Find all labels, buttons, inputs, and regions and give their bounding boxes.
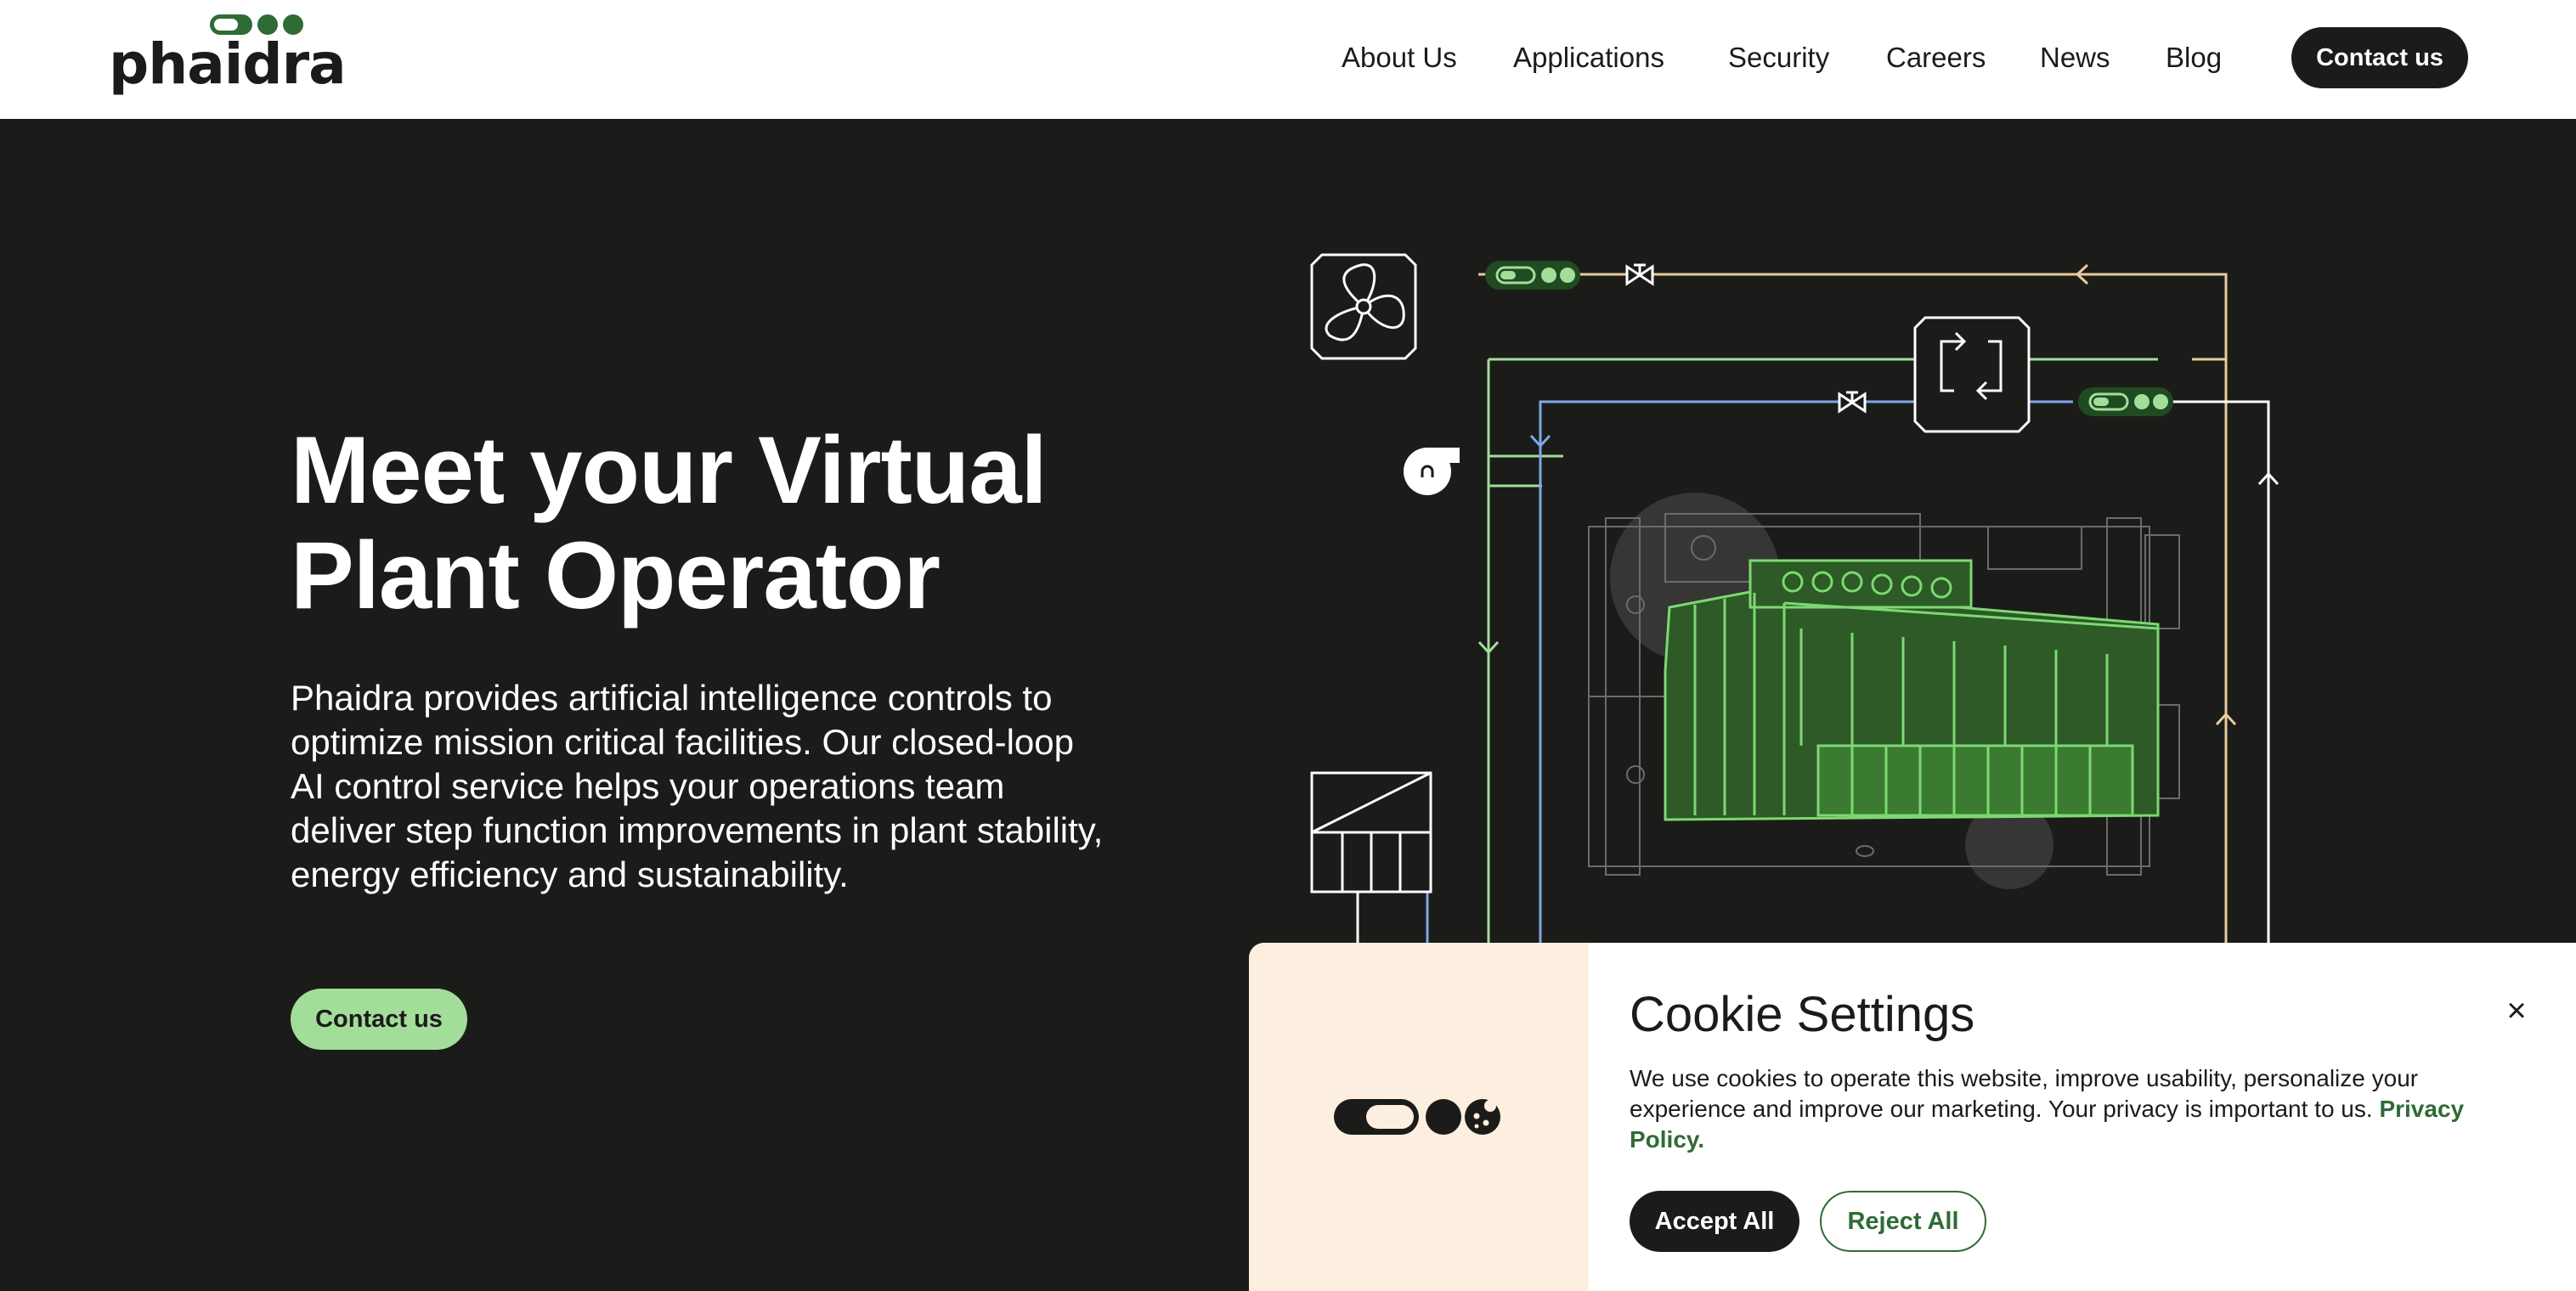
hero-title-line-1: Meet your Virtual: [291, 417, 1048, 523]
site-header: phaidra About Us Applications Security C…: [0, 0, 2576, 119]
status-toggle-icon: [2078, 387, 2173, 416]
cookie-toggle-icon: [1334, 1099, 1500, 1135]
heat-exchanger-icon: [1913, 316, 2031, 433]
hero-title: Meet your Virtual Plant Operator: [291, 418, 1055, 629]
pump-icon: [1404, 448, 1460, 495]
nav-about-us[interactable]: About Us: [1342, 41, 1457, 75]
nav-applications[interactable]: Applications: [1513, 41, 1664, 75]
accept-all-button[interactable]: Accept All: [1630, 1191, 1799, 1252]
cookie-banner: Cookie Settings × We use cookies to oper…: [1249, 943, 2576, 1291]
hero-description: Phaidra provides artificial intelligence…: [291, 678, 1104, 894]
cookie-message: We use cookies to operate this website, …: [1630, 1065, 2419, 1122]
hero-contact-button[interactable]: Contact us: [291, 989, 467, 1050]
header-contact-button[interactable]: Contact us: [2291, 27, 2468, 88]
nav-security[interactable]: Security: [1728, 41, 1829, 75]
valve-icon: [1625, 263, 1654, 286]
status-toggle-icon: [1485, 261, 1580, 290]
cookie-text: We use cookies to operate this website, …: [1630, 1063, 2530, 1155]
reject-all-button[interactable]: Reject All: [1820, 1191, 1986, 1252]
cookie-illustration: [1249, 943, 1589, 1291]
nav-careers[interactable]: Careers: [1886, 41, 1986, 75]
cooling-tower-icon: [1310, 771, 1432, 894]
cookie-title: Cookie Settings: [1630, 987, 1975, 1042]
close-icon[interactable]: ×: [2500, 994, 2534, 1028]
fan-icon: [1310, 253, 1417, 360]
chiller-icon: [1588, 493, 2180, 889]
hero-title-line-2: Plant Operator: [291, 522, 941, 629]
nav-news[interactable]: News: [2040, 41, 2110, 75]
valve-icon: [1838, 391, 1867, 414]
phaidra-logo[interactable]: phaidra: [109, 12, 347, 97]
nav-blog[interactable]: Blog: [2166, 41, 2222, 75]
plant-diagram: [1310, 253, 2279, 968]
logo-wordmark: phaidra: [109, 31, 347, 97]
